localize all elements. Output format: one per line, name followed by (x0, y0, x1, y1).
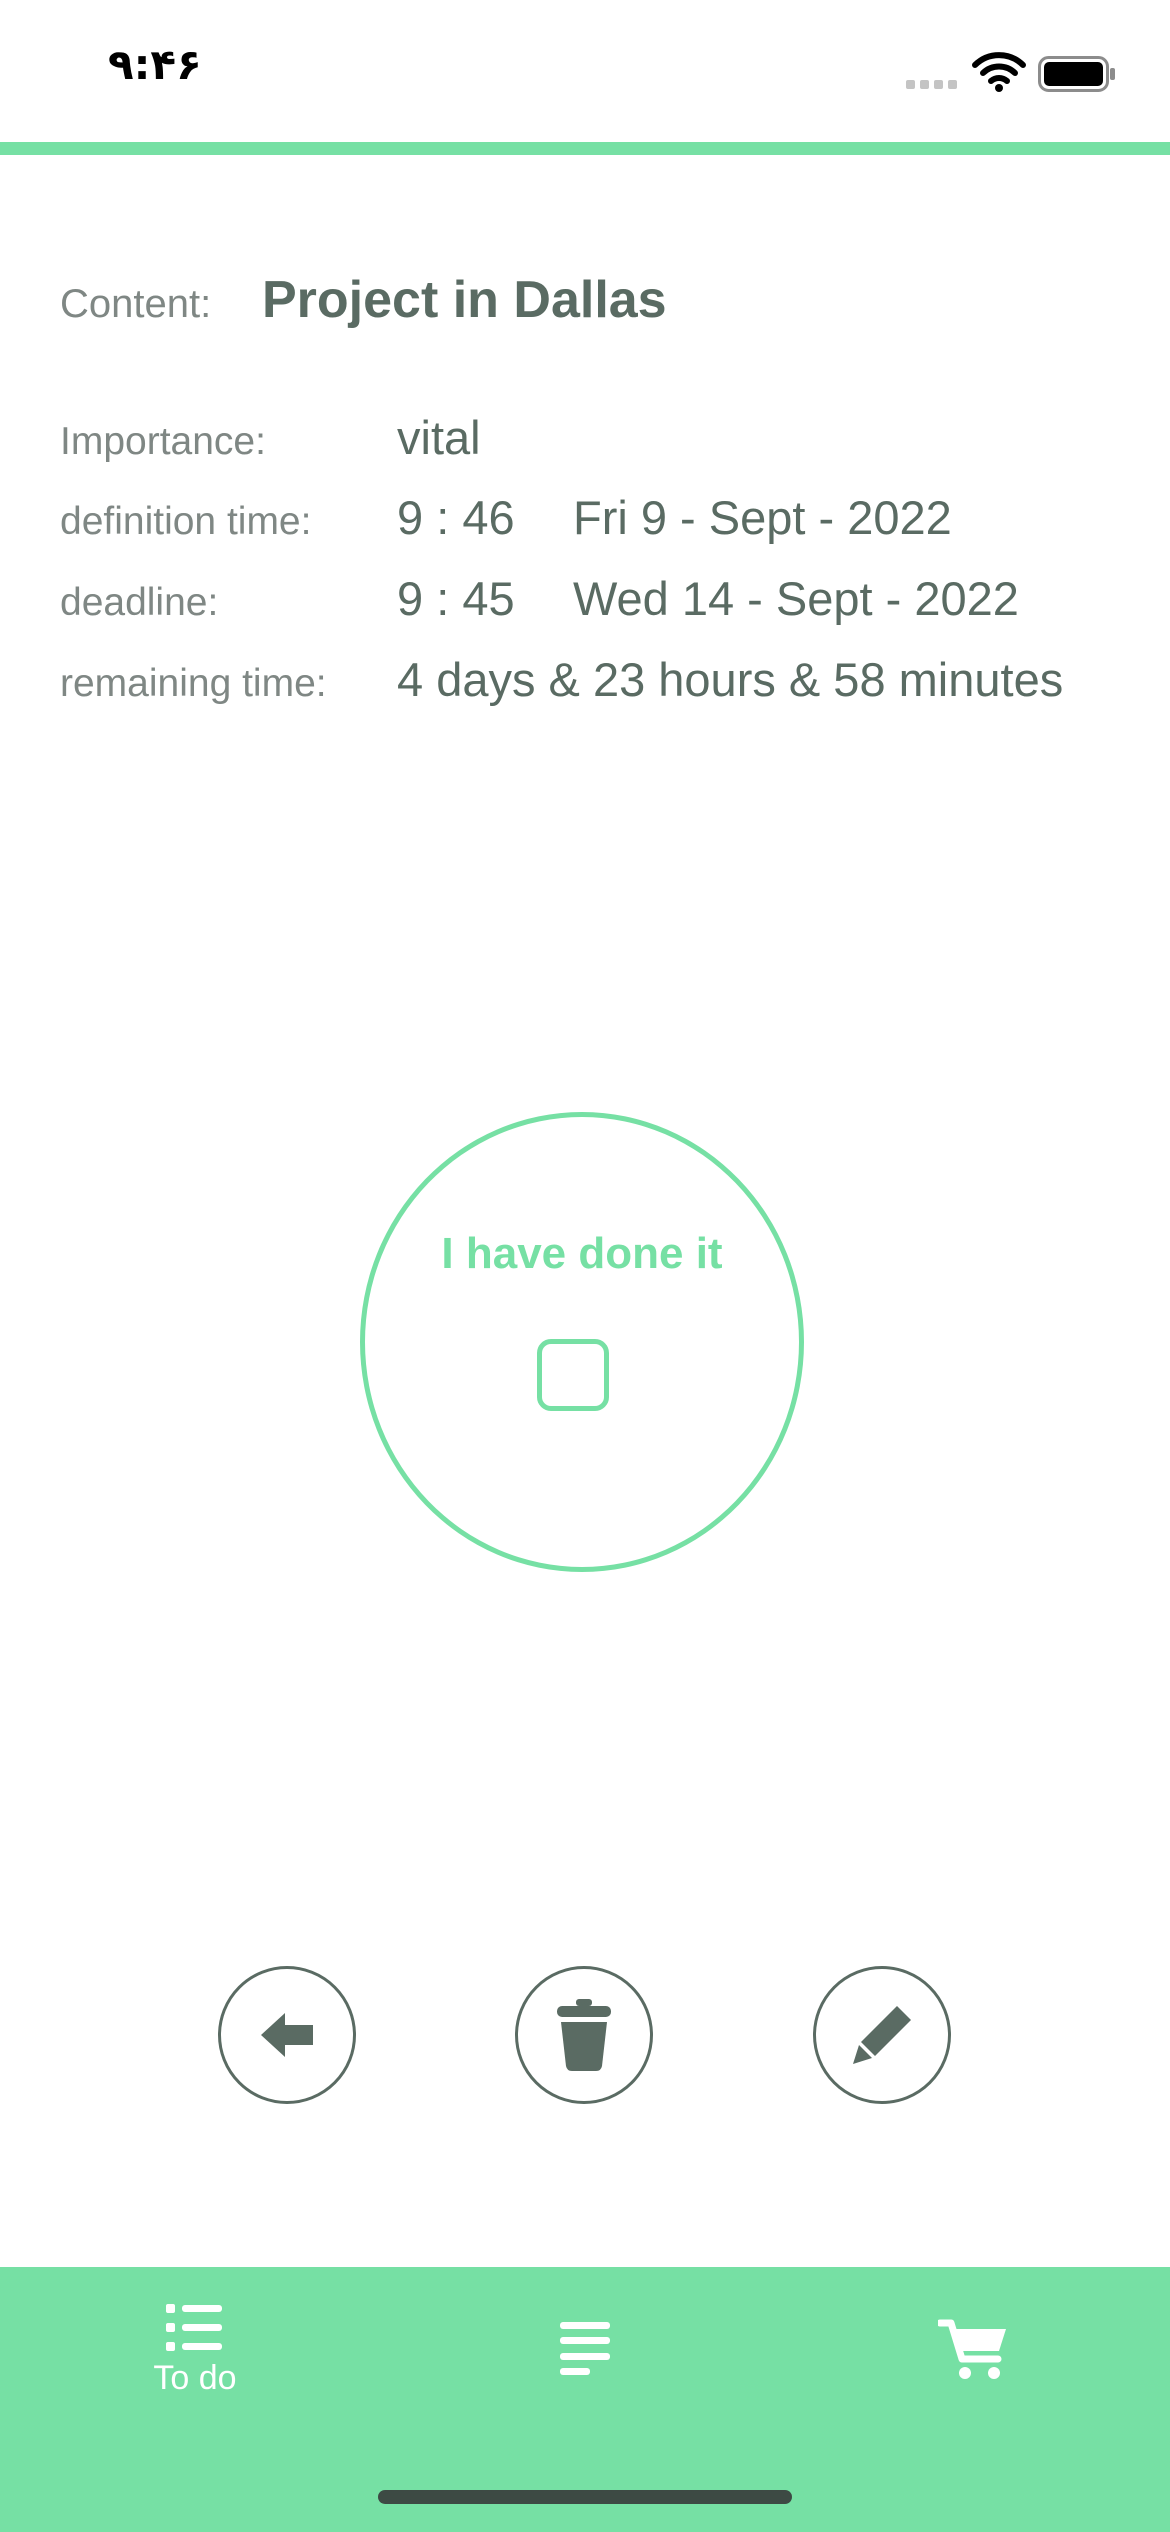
importance-label: Importance: (60, 420, 266, 463)
definition-date-value: Fri 9 - Sept - 2022 (573, 491, 952, 544)
task-title: Project in Dallas (262, 271, 667, 329)
wifi-icon (972, 52, 1026, 92)
trash-icon (557, 1999, 611, 2071)
edit-button[interactable] (813, 1966, 951, 2104)
tab-shopping[interactable] (780, 2267, 1170, 2467)
header-accent-line (0, 142, 1170, 155)
battery-icon (1038, 56, 1115, 92)
tab-to-do-label: To do (153, 2359, 237, 2397)
tab-to-do[interactable]: To do (0, 2267, 390, 2467)
cart-icon (938, 2319, 1006, 2379)
deadline-date-value: Wed 14 - Sept - 2022 (573, 572, 1019, 625)
lines-icon (560, 2322, 610, 2375)
remaining-time-label: remaining time: (60, 662, 327, 705)
content-row: Content: Project in Dallas (60, 270, 667, 330)
tab-notes[interactable] (390, 2267, 780, 2467)
importance-row: Importance: vital (60, 410, 481, 470)
cellular-signal-icon (906, 80, 957, 89)
done-checkbox[interactable] (537, 1339, 609, 1411)
home-indicator (378, 2490, 792, 2504)
mark-done-button[interactable]: I have done it (360, 1112, 804, 1572)
back-arrow-icon (261, 2013, 313, 2057)
back-button[interactable] (218, 1966, 356, 2104)
deadline-row: deadline: 9 : 45 Wed 14 - Sept - 2022 (60, 571, 1019, 631)
delete-button[interactable] (515, 1966, 653, 2104)
pencil-icon (853, 2006, 911, 2064)
status-bar: ۹:۴۶ (0, 0, 1170, 142)
definition-time-value: 9 : 46 (397, 491, 515, 544)
deadline-label: deadline: (60, 581, 219, 624)
status-time: ۹:۴۶ (108, 40, 202, 89)
remaining-time-value: 4 days & 23 hours & 58 minutes (397, 653, 1064, 706)
importance-value: vital (397, 411, 481, 464)
content-label: Content: (60, 282, 212, 326)
remaining-time-row: remaining time: 4 days & 23 hours & 58 m… (60, 652, 1063, 712)
list-icon (166, 2304, 222, 2351)
mark-done-label: I have done it (441, 1229, 723, 1278)
definition-time-row: definition time: 9 : 46 Fri 9 - Sept - 2… (60, 490, 952, 550)
deadline-time-value: 9 : 45 (397, 572, 515, 625)
definition-time-label: definition time: (60, 500, 312, 543)
